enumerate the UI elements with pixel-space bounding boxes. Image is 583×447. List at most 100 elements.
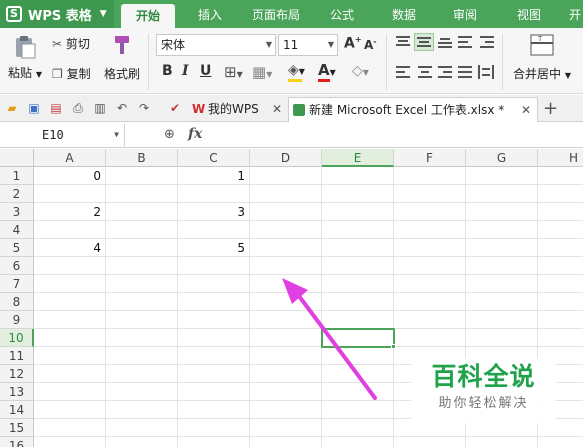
align-right-icon[interactable] <box>438 66 452 81</box>
cell-e8[interactable] <box>322 293 394 311</box>
select-all-corner[interactable] <box>0 149 34 167</box>
cell-e12[interactable] <box>322 365 394 383</box>
cell-d13[interactable] <box>250 383 322 401</box>
underline-button[interactable]: U <box>200 63 211 79</box>
cell-c3[interactable]: 3 <box>178 203 250 221</box>
row-header-1[interactable]: 1 <box>0 167 34 185</box>
cell-g4[interactable] <box>466 221 538 239</box>
cell-e14[interactable] <box>322 401 394 419</box>
customize-toolbar-icon[interactable]: ✔ <box>168 101 182 115</box>
tab-data[interactable]: 数据 <box>382 0 426 28</box>
cell-a8[interactable] <box>34 293 106 311</box>
bold-button[interactable]: B <box>162 63 173 79</box>
row-header-6[interactable]: 6 <box>0 257 34 275</box>
cell-a11[interactable] <box>34 347 106 365</box>
font-color-icon[interactable]: A ▼ <box>318 61 336 82</box>
cell-d15[interactable] <box>250 419 322 437</box>
format-painter-icon[interactable] <box>112 34 132 56</box>
cell-b6[interactable] <box>106 257 178 275</box>
tab-document[interactable]: 新建 Microsoft Excel 工作表.xlsx * ✕ <box>288 97 538 122</box>
column-header-b[interactable]: B <box>106 149 178 167</box>
cell-d2[interactable] <box>250 185 322 203</box>
cell-d16[interactable] <box>250 437 322 447</box>
cell-b13[interactable] <box>106 383 178 401</box>
row-header-3[interactable]: 3 <box>0 203 34 221</box>
tab-developer[interactable]: 开 <box>565 0 583 28</box>
cell-e5[interactable] <box>322 239 394 257</box>
cell-g6[interactable] <box>466 257 538 275</box>
cell-g16[interactable] <box>466 437 538 447</box>
row-header-13[interactable]: 13 <box>0 383 34 401</box>
increase-font-size-icon[interactable]: A+ <box>344 35 362 52</box>
align-left-icon[interactable] <box>396 66 410 81</box>
cell-h16[interactable] <box>538 437 583 447</box>
cell-c15[interactable] <box>178 419 250 437</box>
row-header-4[interactable]: 4 <box>0 221 34 239</box>
cell-d12[interactable] <box>250 365 322 383</box>
cell-a16[interactable] <box>34 437 106 447</box>
cell-d11[interactable] <box>250 347 322 365</box>
distribute-icon[interactable] <box>478 65 494 82</box>
cell-e16[interactable] <box>322 437 394 447</box>
cell-f4[interactable] <box>394 221 466 239</box>
cell-c13[interactable] <box>178 383 250 401</box>
font-name-select[interactable]: 宋体 ▼ <box>156 34 276 56</box>
close-icon[interactable]: ✕ <box>521 98 531 122</box>
cell-h6[interactable] <box>538 257 583 275</box>
cell-e13[interactable] <box>322 383 394 401</box>
cell-a1[interactable]: 0 <box>34 167 106 185</box>
cell-d7[interactable] <box>250 275 322 293</box>
column-header-h[interactable]: H <box>538 149 583 167</box>
worksheet-grid[interactable]: A B C D E F G H 1 0 1 2 3 2 3 4 5 4 5 6 7 8 9 10 11 12 13 14 15 16 百科全… <box>0 149 583 447</box>
cell-b14[interactable] <box>106 401 178 419</box>
row-header-7[interactable]: 7 <box>0 275 34 293</box>
cell-c12[interactable] <box>178 365 250 383</box>
column-header-c[interactable]: C <box>178 149 250 167</box>
row-header-15[interactable]: 15 <box>0 419 34 437</box>
column-header-e[interactable]: E <box>322 149 394 167</box>
align-middle-icon[interactable] <box>414 33 434 51</box>
decrease-font-size-icon[interactable]: A- <box>364 37 377 52</box>
cell-c2[interactable] <box>178 185 250 203</box>
cell-h4[interactable] <box>538 221 583 239</box>
cell-a15[interactable] <box>34 419 106 437</box>
row-header-5[interactable]: 5 <box>0 239 34 257</box>
align-top-icon[interactable] <box>396 36 410 51</box>
app-menu-button[interactable]: S WPS 表格 ▼ <box>0 0 114 28</box>
cell-d5[interactable] <box>250 239 322 257</box>
justify-icon[interactable] <box>458 66 472 81</box>
merge-center-icon[interactable]: T <box>530 34 554 59</box>
cell-a13[interactable] <box>34 383 106 401</box>
fill-handle[interactable] <box>391 344 396 349</box>
font-size-select[interactable]: 11 ▼ <box>278 34 338 56</box>
cell-g8[interactable] <box>466 293 538 311</box>
cell-c6[interactable] <box>178 257 250 275</box>
save-icon[interactable]: ▣ <box>27 101 41 115</box>
row-header-16[interactable]: 16 <box>0 437 34 447</box>
cell-a12[interactable] <box>34 365 106 383</box>
cell-a3[interactable]: 2 <box>34 203 106 221</box>
cell-b5[interactable] <box>106 239 178 257</box>
fill-color-icon[interactable]: ◈ ▼ <box>288 62 305 82</box>
cell-b2[interactable] <box>106 185 178 203</box>
cell-a14[interactable] <box>34 401 106 419</box>
cell-c10[interactable] <box>178 329 250 347</box>
open-folder-icon[interactable]: ▰ <box>5 101 19 115</box>
cell-a4[interactable] <box>34 221 106 239</box>
cell-h10[interactable] <box>538 329 583 347</box>
cut-button[interactable]: ✂ 剪切 <box>52 35 90 52</box>
cell-f8[interactable] <box>394 293 466 311</box>
cell-h9[interactable] <box>538 311 583 329</box>
cell-f9[interactable] <box>394 311 466 329</box>
cell-f10[interactable] <box>394 329 466 347</box>
cell-a7[interactable] <box>34 275 106 293</box>
cell-c4[interactable] <box>178 221 250 239</box>
cell-g7[interactable] <box>466 275 538 293</box>
cell-b7[interactable] <box>106 275 178 293</box>
cell-d10[interactable] <box>250 329 322 347</box>
cell-g5[interactable] <box>466 239 538 257</box>
cell-d14[interactable] <box>250 401 322 419</box>
cell-g9[interactable] <box>466 311 538 329</box>
cell-d8[interactable] <box>250 293 322 311</box>
tab-insert[interactable]: 插入 <box>188 0 232 28</box>
